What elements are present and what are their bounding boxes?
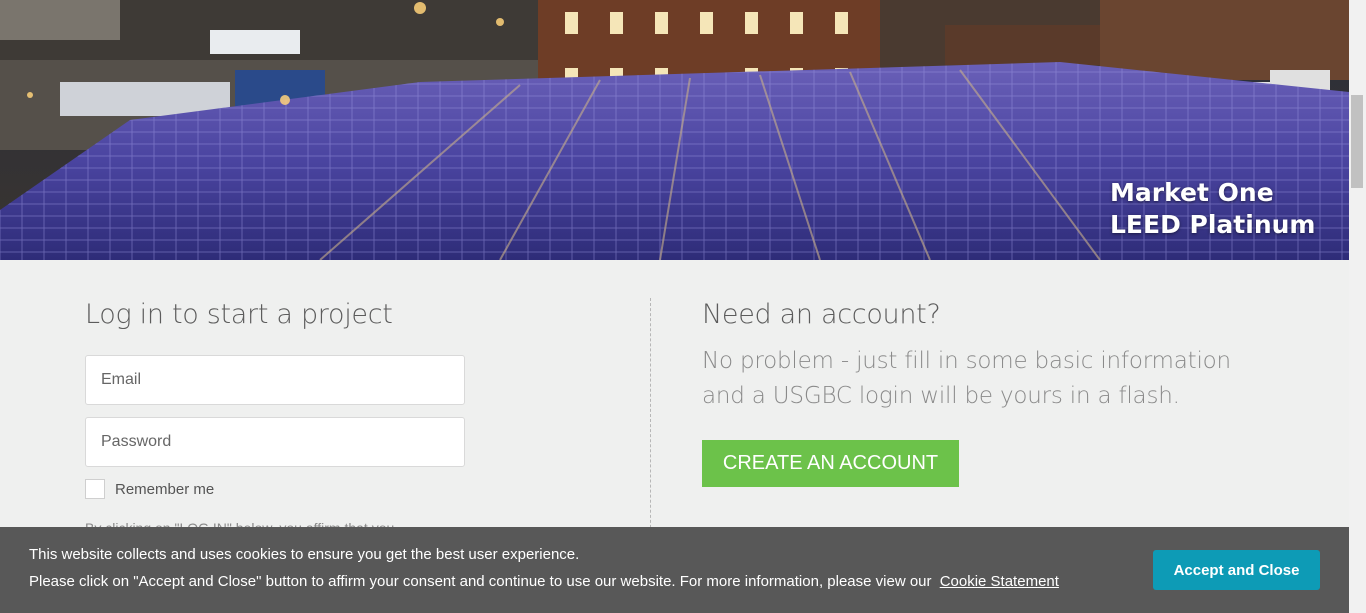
cookie-statement-link[interactable]: Cookie Statement	[940, 573, 1059, 590]
signup-description: No problem - just fill in some basic inf…	[702, 344, 1262, 414]
create-account-button[interactable]: CREATE AN ACCOUNT	[702, 440, 959, 487]
vertical-scrollbar[interactable]	[1349, 0, 1366, 613]
hero-caption-line1: Market One	[1110, 178, 1274, 207]
hero-image: Market One LEED Platinum	[0, 0, 1349, 260]
hero-caption-line2: LEED Platinum	[1110, 210, 1316, 239]
cookie-message-line1: This website collects and uses cookies t…	[29, 546, 580, 563]
cookie-banner: This website collects and uses cookies t…	[0, 527, 1349, 613]
accept-and-close-button[interactable]: Accept and Close	[1153, 550, 1320, 590]
login-title: Log in to start a project	[85, 299, 393, 330]
signup-description-line2: and a USGBC login will be yours in a fla…	[702, 383, 1180, 409]
signup-section: Need an account? No problem - just fill …	[702, 298, 1322, 487]
remember-me-label: Remember me	[115, 480, 215, 498]
remember-me-checkbox[interactable]	[85, 479, 105, 499]
email-placeholder: Email	[101, 371, 142, 388]
column-divider	[650, 298, 651, 538]
password-field[interactable]: Password	[85, 417, 465, 467]
signup-description-line1: No problem - just fill in some basic inf…	[702, 348, 1231, 374]
email-field[interactable]: Email	[85, 355, 465, 405]
cookie-message-text: Please click on "Accept and Close" butto…	[29, 573, 932, 590]
hero-caption: Market One LEED Platinum	[1110, 177, 1315, 241]
password-placeholder: Password	[101, 433, 172, 450]
scrollbar-thumb[interactable]	[1351, 95, 1363, 188]
cookie-message-line2: Please click on "Accept and Close" butto…	[29, 573, 1059, 590]
remember-me[interactable]: Remember me	[85, 479, 214, 499]
login-section: Log in to start a project Email Password…	[85, 298, 605, 536]
signup-title: Need an account?	[702, 299, 941, 330]
